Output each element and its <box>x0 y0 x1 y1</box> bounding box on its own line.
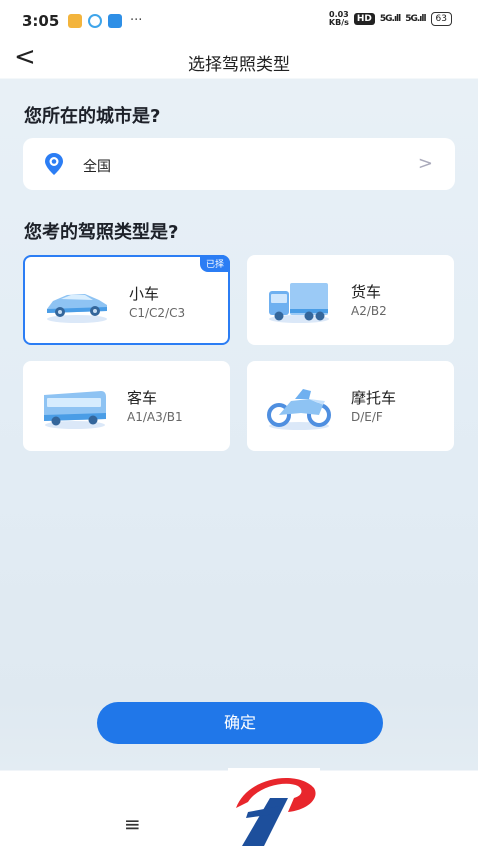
license-option-truck[interactable]: 货车 A2/B2 <box>247 255 454 345</box>
license-heading: 您考的驾照类型是? <box>24 222 179 243</box>
logo-icon <box>236 777 316 846</box>
license-option-name: 小车 <box>129 285 160 303</box>
chevron-right-icon: > <box>417 153 433 174</box>
app-notification-icon <box>108 13 122 28</box>
signal-icon: 5G.ıll <box>405 14 426 24</box>
watermark-logo <box>228 768 320 850</box>
system-status: 0.03 KB/s HD 5G.ıll 5G.ıll 63 <box>329 11 452 27</box>
license-option-car[interactable]: 已择 小车 C1/C2/C3 <box>23 255 230 345</box>
car-icon <box>47 294 107 323</box>
confirm-button[interactable]: 确定 <box>97 702 383 744</box>
license-option-name: 摩托车 <box>351 389 397 407</box>
status-bar: 3:05 ··· 0.03 KB/s HD 5G.ıll 5G.ıll 63 <box>0 0 478 40</box>
city-heading: 您所在的城市是? <box>24 106 161 127</box>
menu-icon[interactable]: ≡ <box>124 812 141 836</box>
city-selector[interactable]: 全国 > <box>23 138 455 190</box>
location-pin-icon <box>45 153 63 175</box>
signal-icon: 5G.ıll <box>379 14 401 24</box>
license-option-codes: A1/A3/B1 <box>127 410 183 424</box>
truck-icon <box>269 283 329 323</box>
notification-icons: ··· <box>68 13 142 28</box>
license-option-codes: A2/B2 <box>351 304 387 318</box>
license-option-motorcycle[interactable]: 摩托车 D/E/F <box>247 361 454 451</box>
status-time: 3:05 <box>22 12 60 30</box>
license-option-bus[interactable]: 客车 A1/A3/B1 <box>23 361 230 451</box>
app-notification-icon <box>88 13 102 28</box>
battery-icon: 63 <box>430 12 452 26</box>
license-option-codes: D/E/F <box>351 410 383 424</box>
city-value: 全国 <box>83 159 111 175</box>
network-speed: 0.03 KB/s <box>329 11 349 27</box>
license-option-name: 货车 <box>351 283 382 301</box>
nav-bar: < 选择驾照类型 <box>0 40 478 78</box>
selected-badge: 已择 <box>199 255 230 272</box>
license-option-codes: C1/C2/C3 <box>129 306 186 320</box>
motorcycle-icon <box>267 389 331 430</box>
more-notifications: ··· <box>130 13 143 28</box>
page-title: 选择驾照类型 <box>188 55 290 75</box>
app-notification-icon <box>68 13 82 28</box>
hd-voice-icon: HD <box>353 13 375 25</box>
bus-icon <box>44 391 106 429</box>
license-option-name: 客车 <box>127 389 158 407</box>
speed-unit: KB/s <box>328 18 349 27</box>
